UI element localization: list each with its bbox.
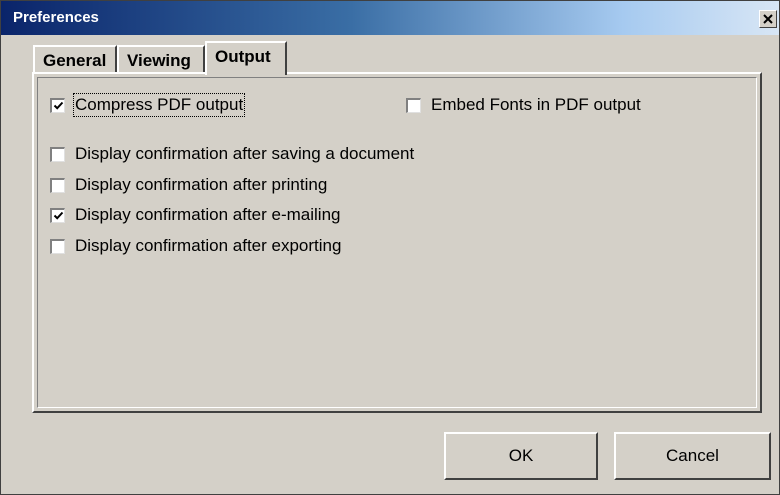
confirm-exporting-label: Display confirmation after exporting <box>75 236 342 255</box>
compress-pdf-label: Compress PDF output <box>72 93 246 117</box>
preferences-dialog: Preferences General Viewing Output Compr… <box>0 0 780 495</box>
confirm-saving-checkbox[interactable] <box>50 146 65 162</box>
tab-output-label: Output <box>215 47 271 66</box>
close-icon <box>763 14 773 24</box>
confirm-exporting-option[interactable]: Display confirmation after exporting <box>50 236 341 256</box>
embed-fonts-option[interactable]: Embed Fonts in PDF output <box>406 95 641 115</box>
cancel-button[interactable]: Cancel <box>614 432 771 480</box>
ok-button[interactable]: OK <box>444 432 598 480</box>
compress-pdf-checkbox[interactable] <box>50 97 65 113</box>
close-button[interactable] <box>759 10 777 28</box>
confirm-printing-checkbox[interactable] <box>50 177 65 193</box>
confirm-saving-option[interactable]: Display confirmation after saving a docu… <box>50 144 414 164</box>
confirm-emailing-checkbox[interactable] <box>50 207 65 223</box>
confirm-emailing-label: Display confirmation after e-mailing <box>75 205 341 224</box>
confirm-printing-option[interactable]: Display confirmation after printing <box>50 175 327 195</box>
tab-viewing[interactable]: Viewing <box>117 45 205 73</box>
window-title: Preferences <box>13 9 99 26</box>
confirm-saving-label: Display confirmation after saving a docu… <box>75 144 415 163</box>
embed-fonts-checkbox[interactable] <box>406 97 421 113</box>
ok-button-label: OK <box>508 446 534 465</box>
tab-viewing-label: Viewing <box>127 51 191 70</box>
embed-fonts-label: Embed Fonts in PDF output <box>431 95 641 114</box>
confirm-exporting-checkbox[interactable] <box>50 238 65 254</box>
checkmark-icon <box>53 101 63 110</box>
output-tab-panel: Compress PDF output Embed Fonts in PDF o… <box>32 72 762 413</box>
checkmark-icon <box>53 211 63 220</box>
compress-pdf-option[interactable]: Compress PDF output <box>50 93 246 117</box>
confirm-printing-label: Display confirmation after printing <box>75 175 328 194</box>
confirm-emailing-option[interactable]: Display confirmation after e-mailing <box>50 205 341 225</box>
cancel-button-label: Cancel <box>666 446 719 465</box>
tab-general[interactable]: General <box>33 45 117 73</box>
title-bar[interactable]: Preferences <box>1 1 779 35</box>
tab-general-label: General <box>43 51 107 70</box>
tab-output[interactable]: Output <box>205 41 287 75</box>
